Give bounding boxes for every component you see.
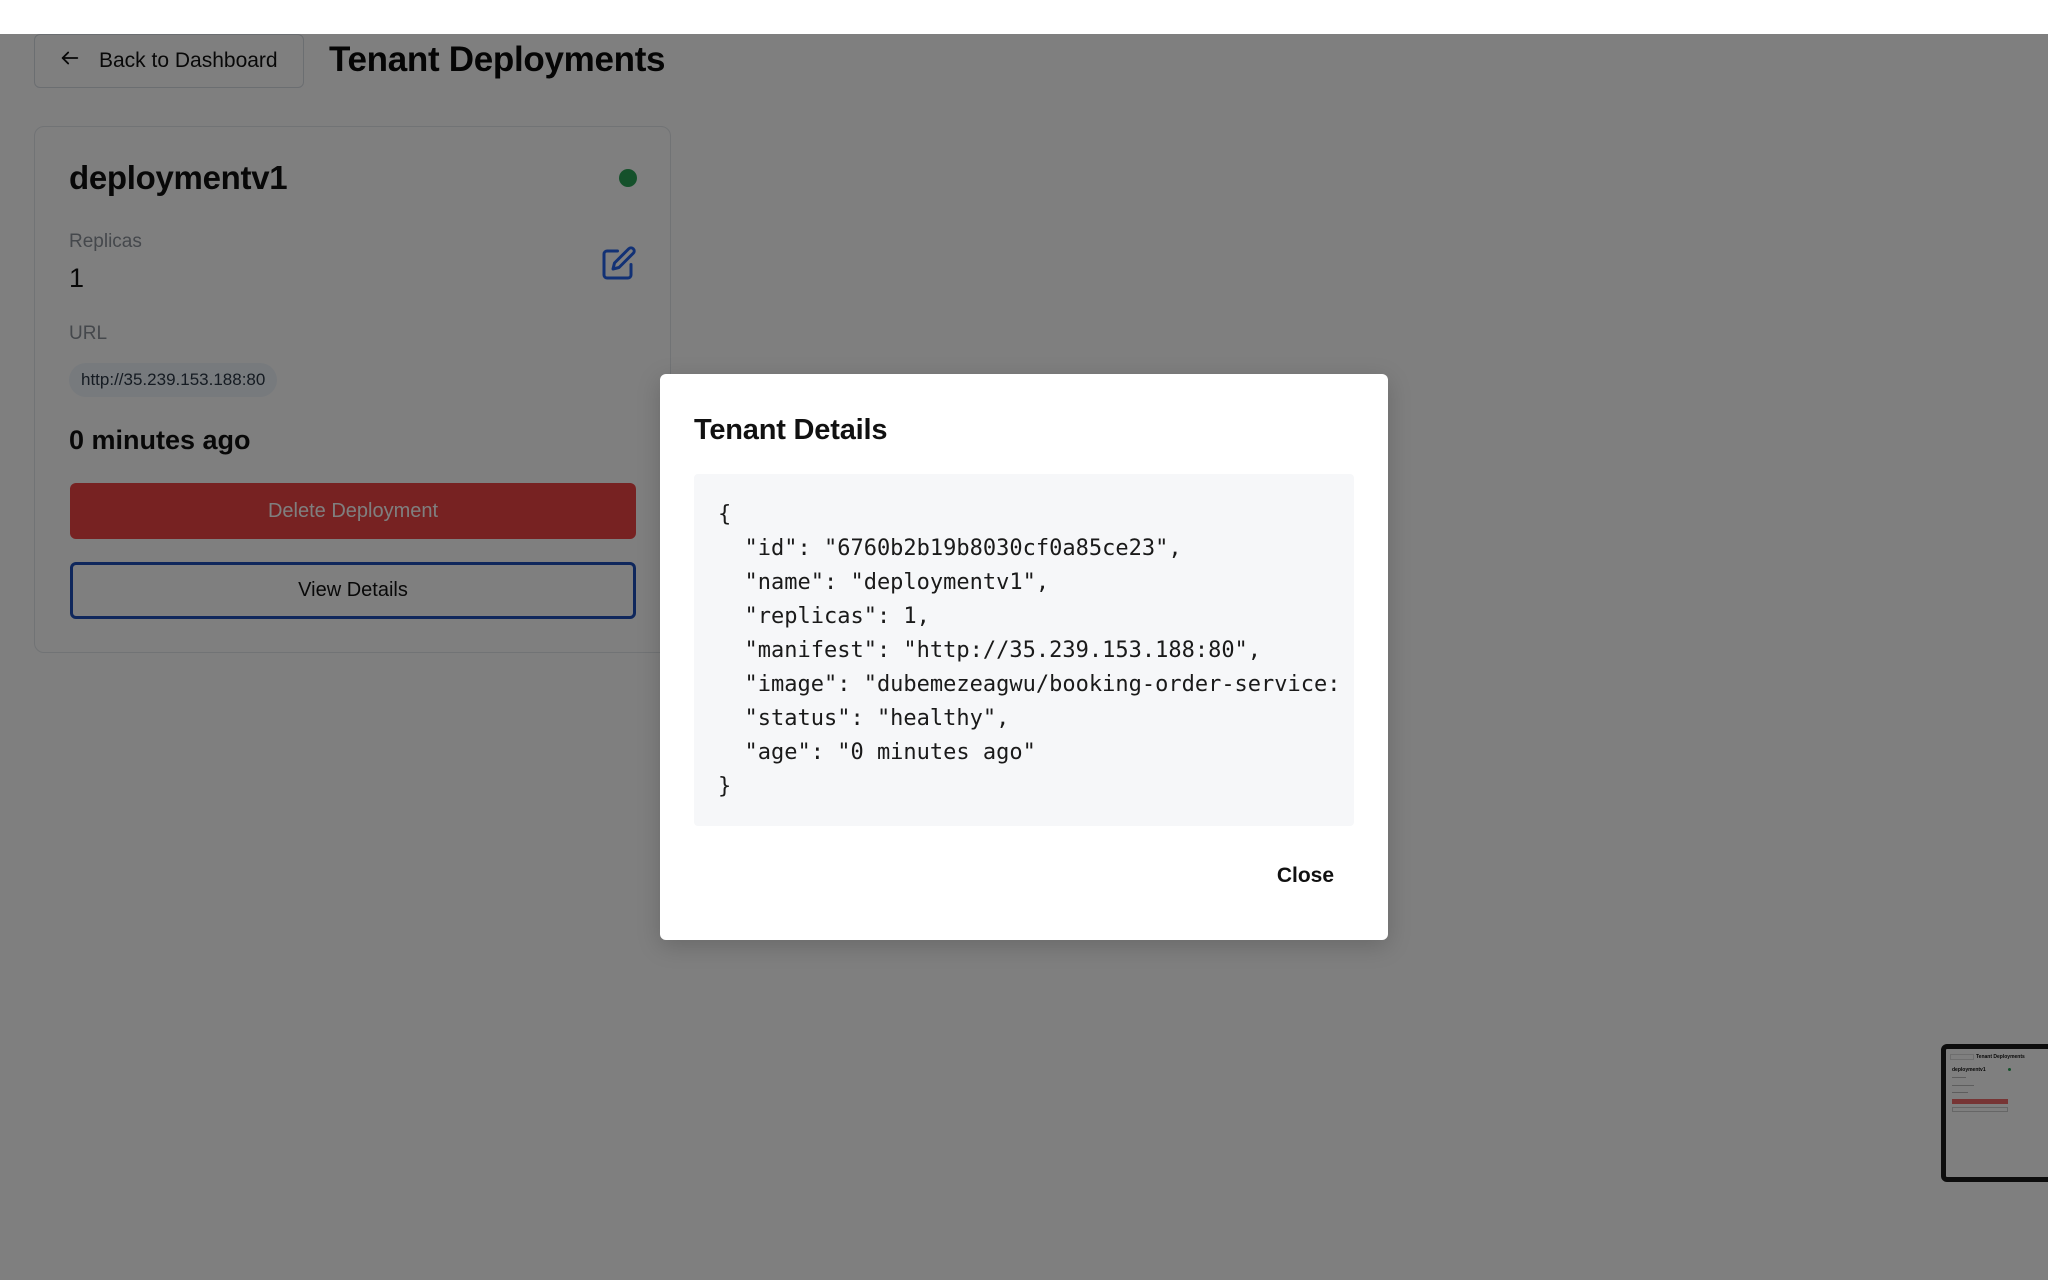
modal-title: Tenant Details [694,414,888,446]
top-bar [0,0,2048,34]
close-button[interactable]: Close [1277,864,1334,888]
tenant-details-modal: Tenant Details { "id": "6760b2b19b8030cf… [660,374,1388,940]
tenant-json-text: { "id": "6760b2b19b8030cf0a85ce23", "nam… [718,502,1341,799]
json-viewer[interactable]: { "id": "6760b2b19b8030cf0a85ce23", "nam… [694,474,1354,826]
